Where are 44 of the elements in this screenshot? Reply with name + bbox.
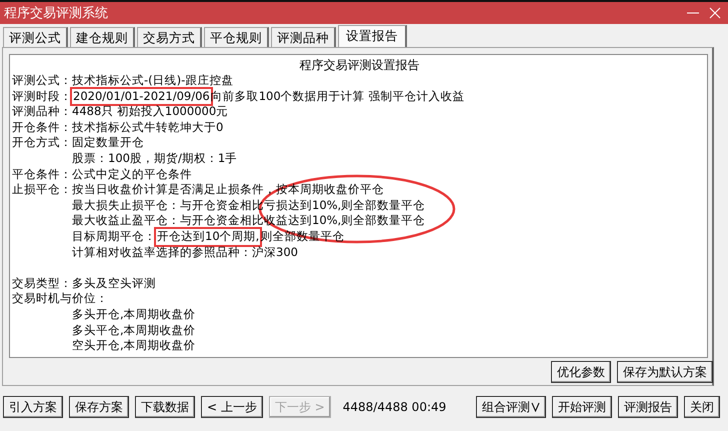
report-value: 固定数量开仓 xyxy=(72,135,144,151)
tab[interactable]: 评测公式 xyxy=(3,27,68,47)
report-label: 交易时机与价位： xyxy=(12,291,108,307)
option-button[interactable]: 优化参数 xyxy=(551,361,611,383)
report-label: 开仓条件： xyxy=(12,120,72,136)
report-value: 多头平仓,本周期收盘价 xyxy=(72,322,196,338)
tab[interactable]: 交易方式 xyxy=(137,27,202,47)
report-value: 计算相对收益率选择的参照品种：沪深300 xyxy=(72,244,298,260)
report-value: 多头开仓,本周期收盘价 xyxy=(72,306,196,322)
report-label: 止损平仓： xyxy=(12,182,72,198)
highlighted-report-value: 开仓达到10个周期, xyxy=(156,228,260,245)
report-value: 多头及空头评测 xyxy=(72,276,156,292)
report-label: 开仓方式： xyxy=(12,135,72,151)
nav-button[interactable]: 下载数据 xyxy=(135,396,195,418)
action-button[interactable]: 评测报告 xyxy=(618,396,678,418)
tab[interactable]: 设置报告 xyxy=(338,25,407,47)
report-value: 公式中定义的平仓条件 xyxy=(72,166,192,182)
option-button[interactable]: 保存为默认方案 xyxy=(617,361,713,383)
report-value: 技术指标公式牛转乾坤大于0 xyxy=(72,120,224,136)
report-label: 交易类型： xyxy=(12,276,72,292)
action-button[interactable]: 开始评测 xyxy=(552,396,612,418)
report-value: 技术指标公式-(日线)-跟庄控盘 xyxy=(72,73,234,89)
dropdown-button[interactable]: 组合评测 xyxy=(476,396,546,418)
report-value: 股票：100股，期货/期权：1手 xyxy=(72,150,238,167)
nav-button[interactable]: 引入方案 xyxy=(3,396,63,418)
action-button[interactable]: 关闭 xyxy=(684,396,720,418)
highlighted-report-value: 2020/01/01-2021/09/06 xyxy=(72,88,211,104)
window-title: 程序交易评测系统 xyxy=(4,5,109,22)
report-title: 程序交易评测设置报告 xyxy=(298,57,420,73)
caret-icon xyxy=(531,402,540,412)
report-value: 4488只 初始投入1000000元 xyxy=(72,104,228,120)
report-label: 平仓条件： xyxy=(12,166,72,182)
progress-status: 4488/4488 00:49 xyxy=(342,400,446,414)
tab[interactable]: 评测品种 xyxy=(271,27,336,47)
tab[interactable]: 平仓规则 xyxy=(204,27,269,47)
report-label: 评测品种： xyxy=(12,104,72,120)
nav-button[interactable]: < 上一步 xyxy=(201,396,263,418)
report-label: 评测时段： xyxy=(12,88,72,104)
report-value: 空头开仓,本周期收盘价 xyxy=(72,338,196,354)
nav-button[interactable]: 保存方案 xyxy=(69,396,129,418)
report-value: 目标周期平仓： xyxy=(72,228,156,245)
report-label: 评测公式： xyxy=(12,73,72,89)
tab[interactable]: 建仓规则 xyxy=(70,27,135,47)
close-icon[interactable] xyxy=(708,6,722,20)
